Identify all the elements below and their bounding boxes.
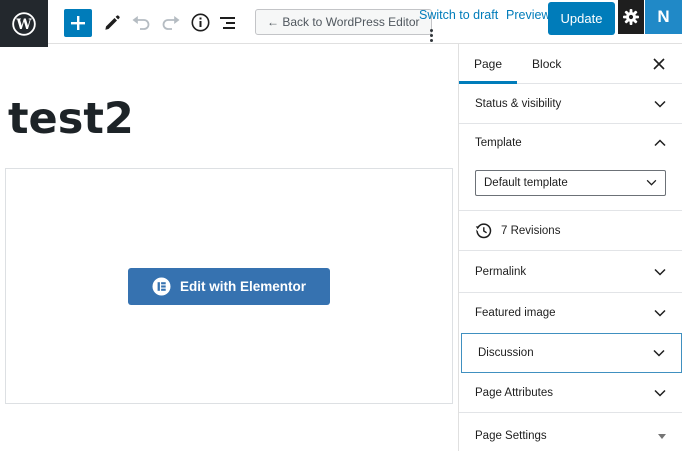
revisions-clock-icon xyxy=(475,222,492,239)
wordpress-editor: W xyxy=(0,0,682,451)
triangle-down-icon xyxy=(658,434,666,439)
panel-discussion[interactable]: Discussion xyxy=(461,333,682,373)
panel-template[interactable]: Template xyxy=(459,123,682,162)
editor-toolbar: W xyxy=(0,0,682,44)
gear-icon xyxy=(622,8,640,26)
tab-page[interactable]: Page xyxy=(459,44,517,83)
wordpress-logo-icon: W xyxy=(11,11,37,37)
edit-with-elementor-button[interactable]: Edit with Elementor xyxy=(128,268,330,305)
preview-link[interactable]: Preview xyxy=(506,8,550,22)
info-icon xyxy=(190,12,211,33)
list-view-button[interactable] xyxy=(216,11,240,35)
panel-discussion-label: Discussion xyxy=(478,347,534,359)
close-sidebar-button[interactable] xyxy=(644,44,674,84)
panel-page-settings[interactable]: Page Settings xyxy=(459,412,682,451)
panel-page-attributes[interactable]: Page Attributes xyxy=(459,373,682,412)
pencil-icon xyxy=(102,13,122,33)
panel-page-attributes-label: Page Attributes xyxy=(475,387,553,399)
sidebar-tabs: Page Block xyxy=(459,44,682,84)
elementor-logo-icon xyxy=(152,277,171,296)
back-to-wordpress-editor-button[interactable]: ← Back to WordPress Editor xyxy=(255,9,432,35)
elementor-block-placeholder: Edit with Elementor xyxy=(5,168,453,404)
n-plugin-button[interactable]: N xyxy=(645,0,682,34)
settings-gear-button[interactable] xyxy=(618,0,644,34)
edit-tool-button[interactable] xyxy=(100,11,124,35)
chevron-down-icon xyxy=(654,389,666,397)
panel-featured-image[interactable]: Featured image xyxy=(459,292,682,333)
details-button[interactable] xyxy=(188,10,212,34)
chevron-up-icon xyxy=(654,139,666,147)
editor-canvas: test2 Edit with Elementor xyxy=(0,44,458,451)
template-panel-body: Default template xyxy=(459,162,682,210)
chevron-down-icon xyxy=(654,309,666,317)
template-select-value: Default template xyxy=(484,177,568,189)
n-plugin-label: N xyxy=(657,7,669,27)
panel-status-visibility[interactable]: Status & visibility xyxy=(459,84,682,123)
redo-icon xyxy=(161,15,181,31)
panel-permalink[interactable]: Permalink xyxy=(459,250,682,292)
edit-with-elementor-label: Edit with Elementor xyxy=(180,279,306,294)
panel-permalink-label: Permalink xyxy=(475,266,526,278)
block-inserter-button[interactable] xyxy=(64,9,92,37)
chevron-down-icon xyxy=(654,100,666,108)
template-select[interactable]: Default template xyxy=(475,170,666,196)
tab-block[interactable]: Block xyxy=(517,44,576,83)
chevron-down-icon xyxy=(653,349,665,357)
revisions-label: 7 Revisions xyxy=(501,225,560,237)
list-view-icon xyxy=(218,14,238,32)
panel-page-settings-label: Page Settings xyxy=(475,430,547,442)
page-title[interactable]: test2 xyxy=(8,94,134,144)
panel-status-visibility-label: Status & visibility xyxy=(475,98,561,110)
undo-icon xyxy=(131,15,151,31)
wordpress-logo-button[interactable]: W xyxy=(0,0,48,47)
update-button[interactable]: Update xyxy=(548,2,615,35)
svg-text:W: W xyxy=(15,16,32,32)
close-icon xyxy=(653,58,665,70)
panel-template-label: Template xyxy=(475,137,522,149)
plus-icon xyxy=(69,14,87,32)
panel-featured-image-label: Featured image xyxy=(475,307,556,319)
undo-button[interactable] xyxy=(129,11,153,35)
revisions-button[interactable]: 7 Revisions xyxy=(459,210,682,250)
chevron-down-icon xyxy=(654,268,666,276)
settings-sidebar: Page Block Status & visibility Template … xyxy=(458,44,682,451)
switch-to-draft-link[interactable]: Switch to draft xyxy=(419,8,498,22)
options-kebab-button[interactable] xyxy=(424,26,438,44)
redo-button[interactable] xyxy=(159,11,183,35)
chevron-down-icon xyxy=(646,179,657,186)
